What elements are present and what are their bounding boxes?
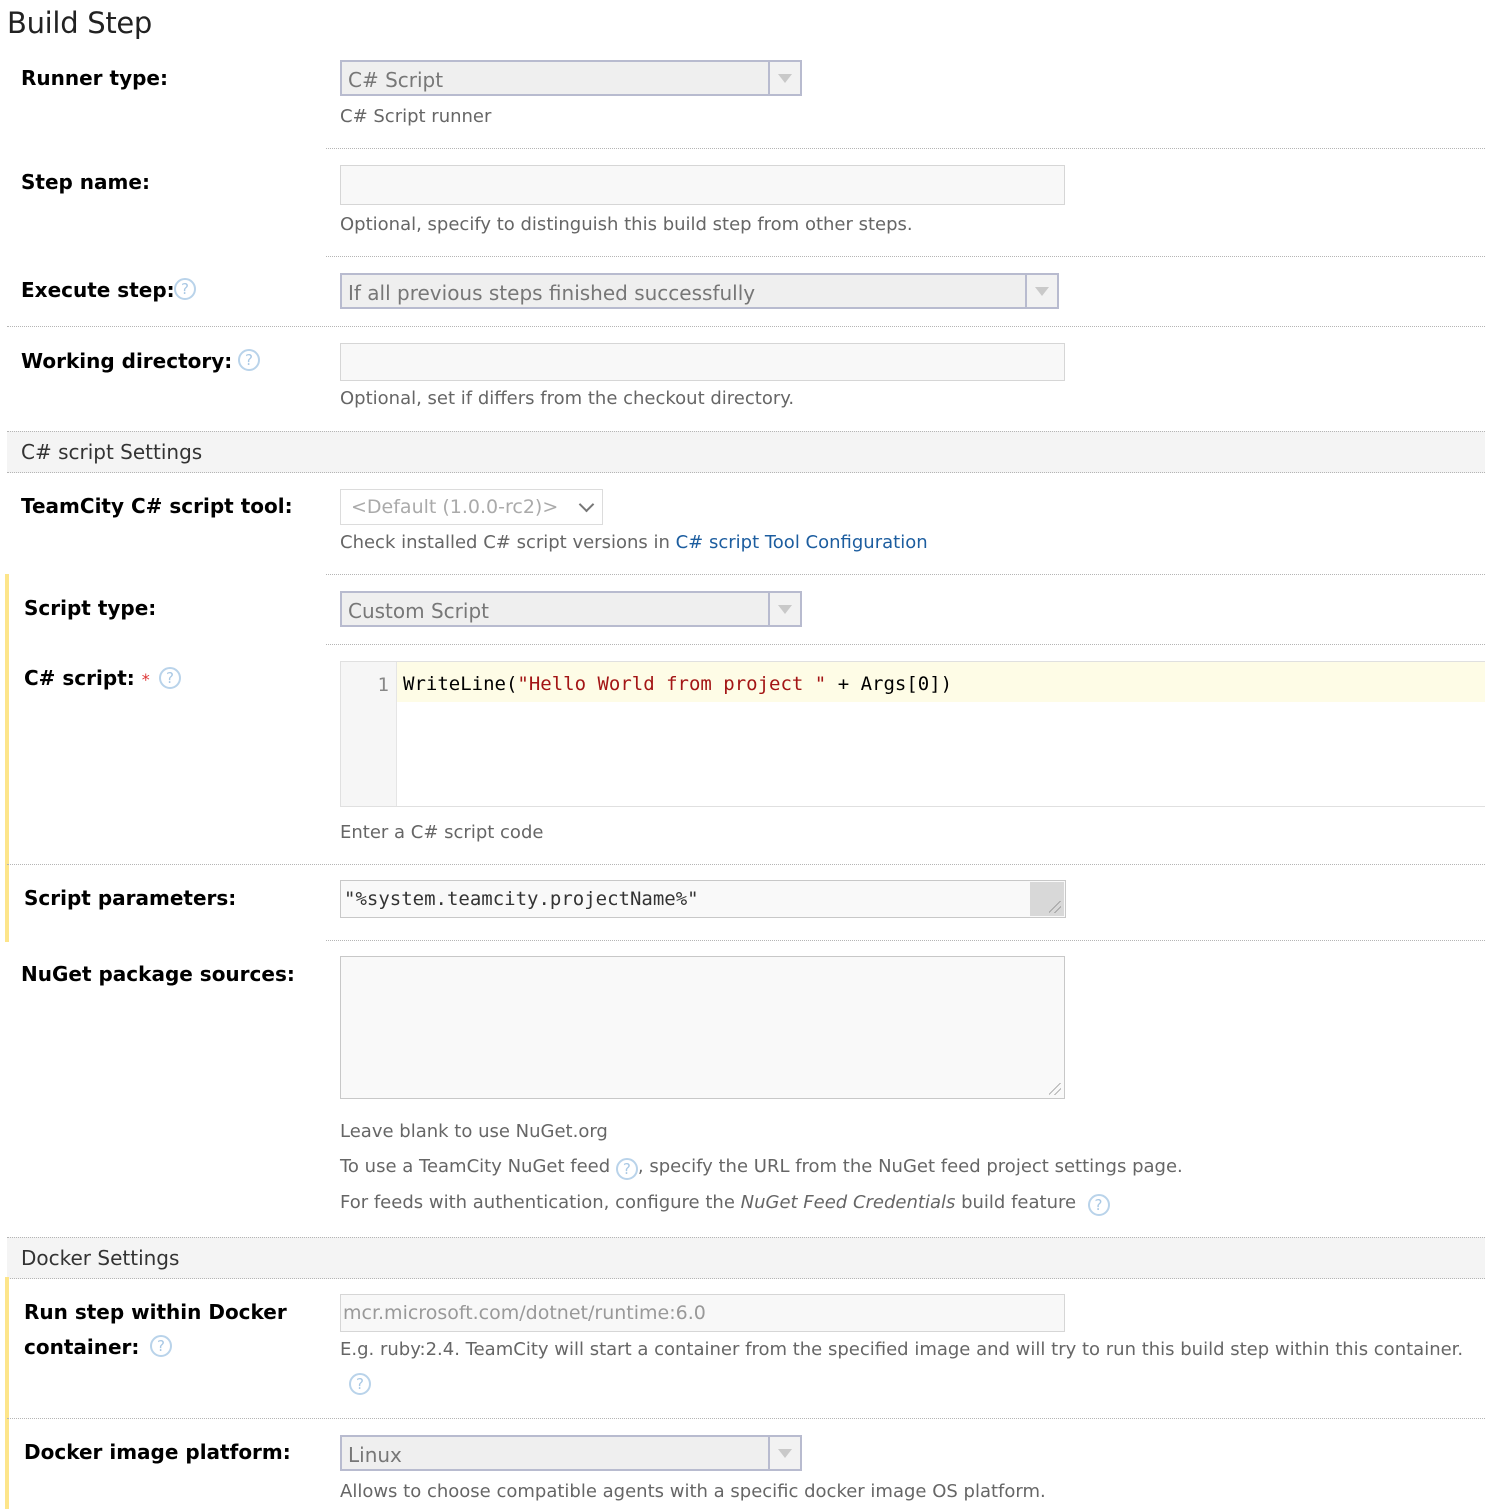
active-line[interactable]: WriteLine("Hello World from project " + … xyxy=(397,662,1485,702)
code-token: WriteLine( xyxy=(403,673,518,695)
note-text: To use a TeamCity NuGet feed xyxy=(340,1156,616,1177)
docker-container-label-line2: container: xyxy=(24,1335,140,1359)
chevron-down-icon[interactable] xyxy=(768,62,800,94)
working-directory-label: Working directory: xyxy=(21,349,233,373)
script-parameters-label: Script parameters: xyxy=(24,886,237,910)
csharp-settings-section: C# script Settings xyxy=(7,431,1485,473)
docker-platform-value: Linux xyxy=(348,1443,402,1467)
execute-step-label: Execute step: xyxy=(21,278,175,302)
divider xyxy=(326,256,1485,257)
required-marker: * xyxy=(141,670,150,689)
chevron-down-icon[interactable] xyxy=(768,1437,800,1469)
execute-step-select[interactable]: If all previous steps finished successfu… xyxy=(340,273,1059,309)
note-text: For feeds with authentication, configure… xyxy=(340,1192,741,1213)
chevron-down-icon[interactable] xyxy=(768,593,800,625)
docker-container-note: E.g. ruby:2.4. TeamCity will start a con… xyxy=(340,1339,1464,1360)
help-icon[interactable]: ? xyxy=(1087,1194,1110,1216)
runner-type-label: Runner type: xyxy=(21,66,168,90)
modified-indicator-bar xyxy=(5,574,9,942)
divider xyxy=(7,864,1485,865)
resize-handle[interactable] xyxy=(1030,882,1064,916)
note-text: Check installed C# script versions in xyxy=(340,532,676,553)
runner-type-select[interactable]: C# Script xyxy=(340,60,802,96)
divider xyxy=(326,644,1485,645)
docker-image-placeholder: mcr.microsoft.com/dotnet/runtime:6.0 xyxy=(343,1302,706,1324)
line-number: 1 xyxy=(377,674,389,696)
divider xyxy=(326,574,1485,575)
help-icon[interactable]: ? xyxy=(349,1373,371,1395)
note-text: build feature xyxy=(955,1192,1077,1213)
section-title: C# script Settings xyxy=(21,440,203,464)
script-parameters-value: "%system.teamcity.projectName%" xyxy=(344,888,699,910)
modified-indicator-bar xyxy=(5,1277,9,1509)
docker-platform-label: Docker image platform: xyxy=(24,1440,291,1464)
nuget-note-line1: Leave blank to use NuGet.org xyxy=(340,1121,608,1142)
csharp-script-note: Enter a C# script code xyxy=(340,822,544,843)
feature-name: NuGet Feed Credentials xyxy=(740,1192,956,1213)
step-name-note: Optional, specify to distinguish this bu… xyxy=(340,214,913,235)
working-directory-input[interactable] xyxy=(340,343,1065,381)
help-icon[interactable]: ? xyxy=(174,278,196,300)
divider xyxy=(326,940,1485,941)
nuget-note-line3: For feeds with authentication, configure… xyxy=(340,1192,1110,1216)
nuget-sources-textarea[interactable] xyxy=(340,956,1065,1099)
code-token: + Args[0]) xyxy=(826,673,953,695)
runner-type-note: C# Script runner xyxy=(340,106,492,127)
page-title: Build Step xyxy=(7,6,153,40)
script-type-label: Script type: xyxy=(24,596,157,620)
chevron-down-icon xyxy=(578,496,595,513)
csharp-tool-value: <Default (1.0.0-rc2)> xyxy=(351,496,559,518)
docker-platform-note: Allows to choose compatible agents with … xyxy=(340,1481,1046,1502)
step-name-input[interactable] xyxy=(340,165,1065,205)
code-line: WriteLine("Hello World from project " + … xyxy=(403,673,952,695)
divider xyxy=(7,1418,1485,1419)
label-text: C# script: xyxy=(24,666,135,690)
docker-image-input[interactable]: mcr.microsoft.com/dotnet/runtime:6.0 xyxy=(340,1294,1065,1332)
csharp-tool-note: Check installed C# script versions in C#… xyxy=(340,532,928,553)
help-icon[interactable]: ? xyxy=(150,1335,172,1357)
tool-configuration-link[interactable]: C# script Tool Configuration xyxy=(676,532,928,553)
help-icon[interactable]: ? xyxy=(615,1158,638,1180)
step-name-label: Step name: xyxy=(21,170,150,194)
execute-step-value: If all previous steps finished successfu… xyxy=(348,281,756,305)
divider xyxy=(7,326,1485,327)
csharp-script-label: C# script: * xyxy=(24,666,150,690)
docker-platform-select[interactable]: Linux xyxy=(340,1435,802,1471)
script-parameters-input[interactable]: "%system.teamcity.projectName%" xyxy=(340,880,1066,918)
csharp-tool-select[interactable]: <Default (1.0.0-rc2)> xyxy=(340,489,603,525)
divider xyxy=(326,148,1485,149)
csharp-tool-label: TeamCity C# script tool: xyxy=(21,494,293,518)
script-type-select[interactable]: Custom Script xyxy=(340,591,802,627)
resize-grip-icon[interactable] xyxy=(1049,1083,1061,1095)
code-editor[interactable]: 1 WriteLine("Hello World from project " … xyxy=(340,661,1485,807)
docker-settings-section: Docker Settings xyxy=(7,1237,1485,1279)
code-string-token: "Hello World from project " xyxy=(517,673,827,695)
working-directory-note: Optional, set if differs from the checko… xyxy=(340,388,795,409)
help-icon[interactable]: ? xyxy=(159,667,181,689)
section-title: Docker Settings xyxy=(21,1246,180,1270)
nuget-sources-label: NuGet package sources: xyxy=(21,962,295,986)
chevron-down-icon[interactable] xyxy=(1025,275,1057,307)
note-text: , specify the URL from the NuGet feed pr… xyxy=(637,1156,1183,1177)
resize-grip-icon xyxy=(1049,901,1061,913)
runner-type-value: C# Script xyxy=(348,68,444,92)
script-type-value: Custom Script xyxy=(348,599,489,623)
nuget-note-line2: To use a TeamCity NuGet feed ?, specify … xyxy=(340,1156,1183,1180)
line-gutter: 1 xyxy=(341,662,397,806)
docker-container-label: Run step within Docker xyxy=(24,1300,287,1324)
help-icon[interactable]: ? xyxy=(238,349,260,371)
